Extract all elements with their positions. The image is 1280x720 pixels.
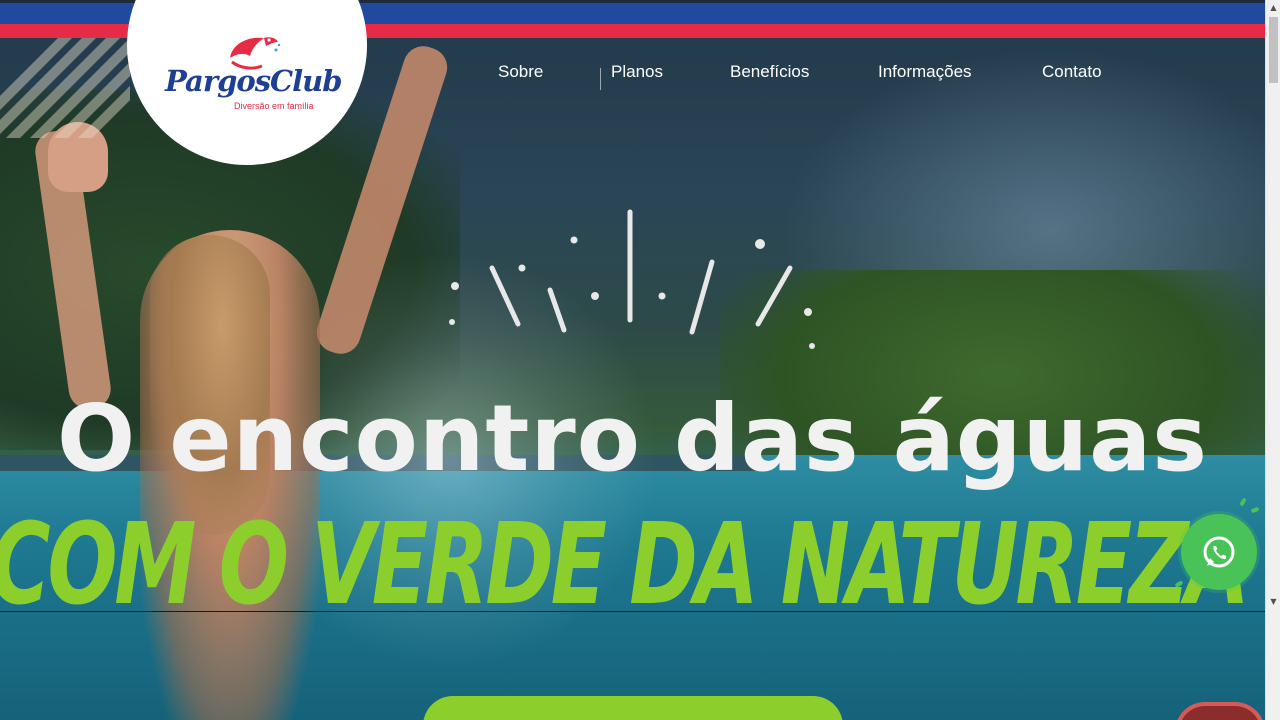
nav-item-sobre[interactable]: Sobre (498, 62, 543, 82)
sparkle-burst-icon (449, 209, 815, 349)
scroll-thumb[interactable] (1269, 17, 1278, 83)
divider-line (0, 611, 1265, 612)
nav-item-beneficios[interactable]: Benefícios (730, 62, 809, 82)
scroll-up-arrow-icon[interactable]: ▲ (1266, 0, 1280, 15)
main-nav: Sobre Planos Benefícios Informações Cont… (0, 62, 1265, 86)
hero-headline: O encontro das águas (57, 385, 1208, 492)
whatsapp-icon (1203, 536, 1235, 568)
whatsapp-button[interactable] (1174, 497, 1260, 590)
decorative-stripes (0, 38, 130, 138)
cta-button[interactable] (423, 696, 843, 720)
scrollbar[interactable]: ▲ ▼ (1265, 0, 1280, 720)
nav-item-informacoes[interactable]: Informações (878, 62, 972, 82)
nav-item-planos[interactable]: Planos (611, 62, 663, 82)
logo-tagline: Diversão em família (234, 101, 314, 111)
nav-separator (600, 68, 601, 90)
nav-item-contato[interactable]: Contato (1042, 62, 1102, 82)
scroll-down-arrow-icon[interactable]: ▼ (1266, 594, 1280, 609)
